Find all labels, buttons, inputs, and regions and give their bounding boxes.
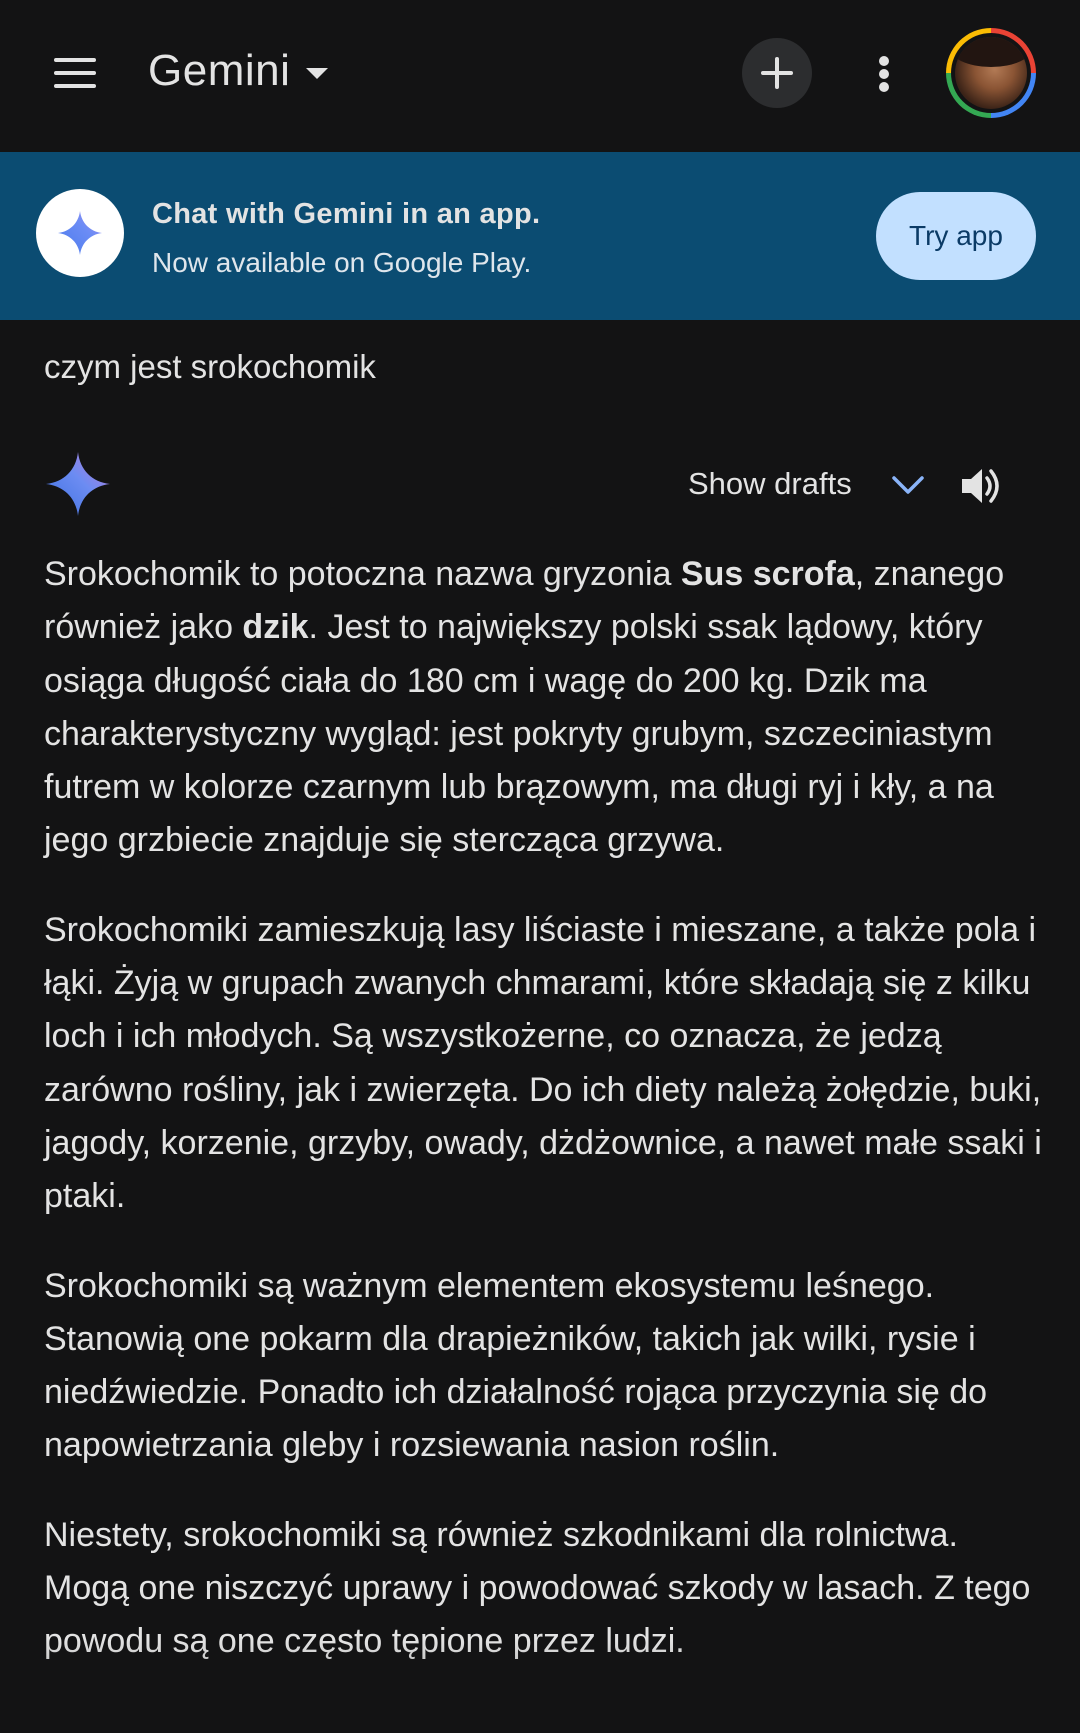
response-text: Srokochomik to potoczna nazwa gryzonia S… bbox=[44, 548, 1044, 1705]
bold-term: Sus scrofa bbox=[680, 555, 855, 593]
try-app-button[interactable]: Try app bbox=[876, 192, 1036, 280]
app-title[interactable]: Gemini bbox=[148, 46, 290, 96]
account-avatar-button[interactable] bbox=[946, 28, 1036, 118]
banner-title: Chat with Gemini in an app. bbox=[152, 198, 541, 230]
bold-term: dzik bbox=[242, 608, 309, 647]
new-chat-button[interactable] bbox=[742, 38, 812, 108]
avatar bbox=[951, 33, 1031, 113]
top-app-bar: Gemini bbox=[0, 0, 1080, 152]
caret-down-icon[interactable] bbox=[306, 68, 328, 79]
response-paragraph: Srokochomiki są ważnym elementem ekosyst… bbox=[44, 1266, 988, 1465]
user-prompt: czym jest srokochomik bbox=[44, 348, 376, 385]
show-drafts-button[interactable]: Show drafts bbox=[688, 466, 852, 502]
response-paragraph: Niestety, srokochomiki są również szkodn… bbox=[44, 1515, 1031, 1661]
banner-subtitle: Now available on Google Play. bbox=[152, 247, 532, 278]
hamburger-menu-icon[interactable] bbox=[54, 58, 96, 88]
response-paragraph: Srokochomik to potoczna nazwa gryzonia S… bbox=[44, 555, 1005, 860]
install-app-banner: Chat with Gemini in an app. Now availabl… bbox=[0, 152, 1080, 320]
response-paragraph: Srokochomiki zamieszkują lasy liściaste … bbox=[44, 910, 1042, 1216]
speaker-icon[interactable] bbox=[958, 462, 1006, 510]
avatar-photo bbox=[955, 37, 1027, 109]
gemini-logo-icon bbox=[36, 189, 124, 277]
chevron-down-icon[interactable] bbox=[890, 472, 926, 498]
more-vert-icon[interactable] bbox=[874, 54, 894, 94]
gemini-star-icon bbox=[46, 452, 110, 516]
